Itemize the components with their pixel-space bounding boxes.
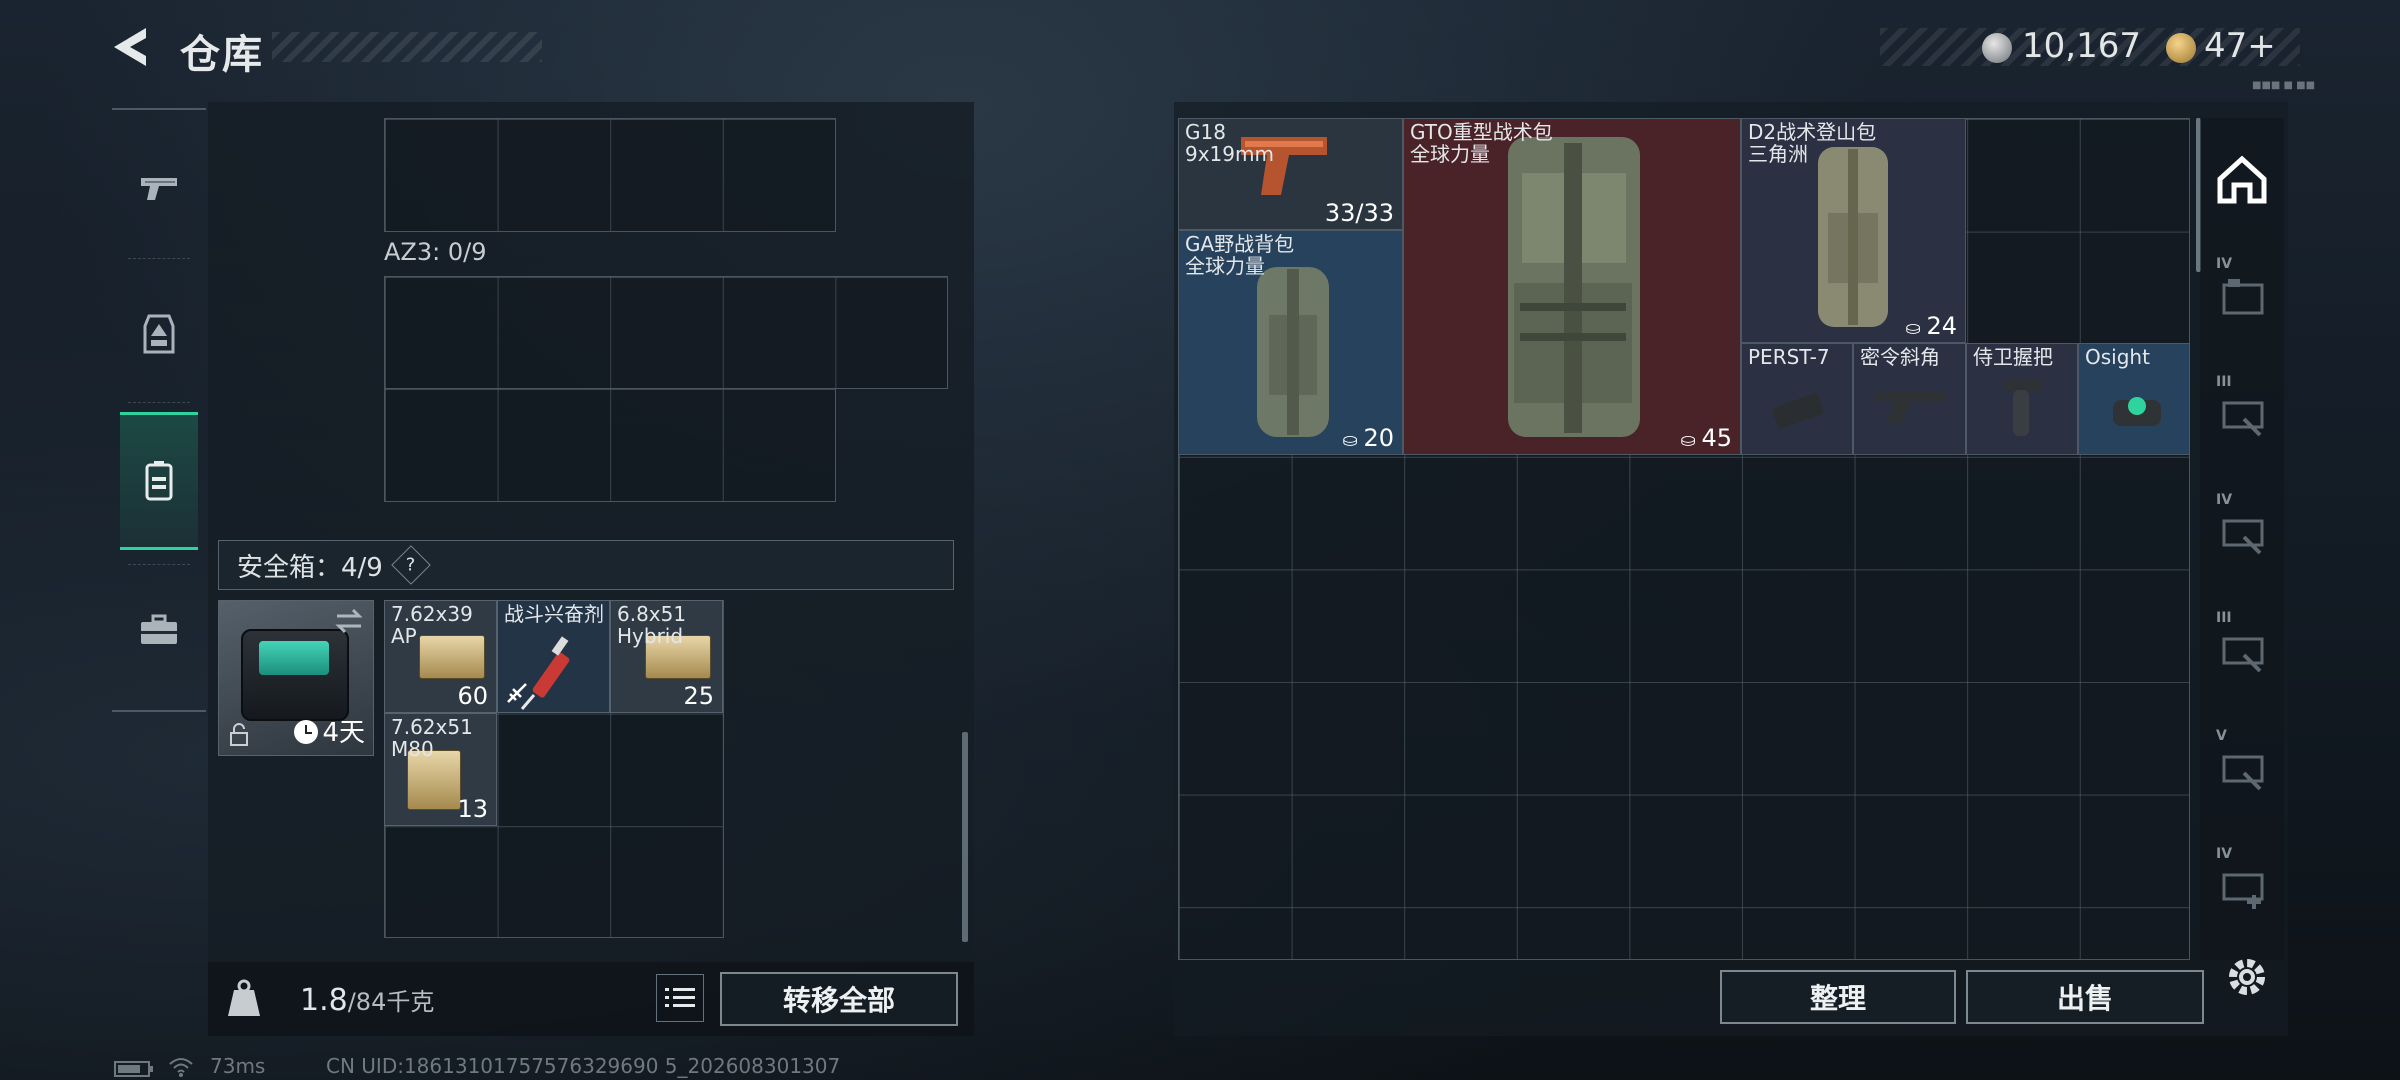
laser-module-image — [1772, 393, 1824, 429]
list-icon — [665, 988, 695, 1007]
title-decoration — [272, 32, 542, 62]
item-count: 60 — [457, 682, 488, 710]
grip-icon — [2222, 637, 2264, 673]
battery-icon — [114, 1061, 153, 1077]
house-icon — [2217, 155, 2267, 204]
item-name: Osight — [2085, 345, 2150, 369]
clock-icon — [294, 720, 319, 744]
sell-button[interactable]: 出售 — [1966, 970, 2204, 1024]
stash-tab-7[interactable]: IV — [2204, 832, 2280, 942]
stash-item-osight[interactable]: Osight — [2078, 343, 2190, 455]
item-count: 13 — [457, 795, 488, 823]
gold-coin-icon — [2166, 33, 2196, 63]
pistol-icon — [141, 178, 177, 200]
item-name: 6.8x51 Hybrid — [617, 602, 687, 648]
safe-item-combat-stim[interactable]: 战斗兴奋剂 — [497, 600, 610, 713]
az3-grid-row1[interactable] — [384, 276, 948, 389]
safebox-header: 安全箱：4/9 ? — [218, 540, 954, 590]
gold-currency-value[interactable]: 47+ — [2204, 26, 2276, 66]
stash-item-d2-pack[interactable]: D2战术登山包 三角洲 ⛀ 24 — [1741, 118, 1966, 343]
stash-tab-4[interactable]: IV — [2204, 478, 2280, 588]
backpack-image — [1818, 147, 1888, 327]
ping-text: 73ms — [210, 1054, 266, 1078]
item-name: PERST-7 — [1748, 345, 1830, 369]
rail-item-backpack[interactable] — [120, 412, 198, 550]
item-name: 侍卫握把 — [1973, 345, 2053, 369]
stash-tab-3[interactable]: III — [2204, 360, 2280, 470]
toolbox-icon — [141, 614, 177, 644]
settings-gear-icon[interactable] — [2222, 952, 2272, 1002]
backpack-image — [1257, 267, 1329, 437]
stash-item-gto-pack[interactable]: GTO重型战术包 全球力量 ⛀ 45 — [1403, 118, 1741, 455]
stash-tab-5[interactable]: III — [2204, 596, 2280, 706]
safe-item-ammo-68x51[interactable]: 6.8x51 Hybrid 25 — [610, 600, 723, 713]
sight-image — [2113, 397, 2161, 426]
rail-item-armor[interactable] — [120, 286, 198, 382]
help-button[interactable]: ? — [391, 545, 431, 585]
stash-tab-2[interactable]: IV — [2204, 242, 2280, 352]
rail-divider — [128, 564, 190, 565]
wifi-icon — [169, 1058, 193, 1077]
silver-currency-value: 10,167 — [2022, 26, 2141, 66]
armor-vest-icon — [143, 314, 175, 354]
list-view-button[interactable] — [656, 974, 704, 1022]
grip-icon — [2222, 401, 2264, 437]
item-name: GTO重型战术包 全球力量 — [1410, 120, 1553, 166]
lock-icon — [230, 723, 248, 746]
back-arrow-icon[interactable] — [106, 22, 156, 72]
rail-item-weapons[interactable] — [120, 140, 198, 236]
stash-item-ga-pack[interactable]: GA野战背包 全球力量 ⛀ 20 — [1178, 230, 1403, 455]
stash-item-g18[interactable]: G18 9x19mm 33/33 — [1178, 118, 1403, 230]
uid-text: CN UID:18613101757576329690 5_2026083013… — [326, 1054, 841, 1078]
inventory-scrollbar[interactable] — [962, 732, 968, 942]
item-count: ⛀ 45 — [1680, 424, 1732, 452]
item-count: ⛀ 24 — [1905, 312, 1957, 340]
stash-item-perst7[interactable]: PERST-7 — [1741, 343, 1853, 455]
stash-item-guard-grip[interactable]: 侍卫握把 — [1966, 343, 2078, 455]
az3-grid-row2[interactable] — [384, 388, 836, 502]
backpack-image — [1508, 137, 1640, 437]
item-name: D2战术登山包 三角洲 — [1748, 120, 1877, 166]
item-count: ⛀ 20 — [1342, 424, 1394, 452]
rail-divider — [128, 258, 190, 259]
az3-label: AZ3: 0/9 — [384, 238, 487, 266]
safe-case-timer: 4天 — [294, 712, 365, 749]
stash-item-angled-grip[interactable]: 密令斜角 — [1853, 343, 1966, 455]
transfer-all-button[interactable]: 转移全部 — [720, 972, 958, 1026]
item-count: 25 — [683, 682, 714, 710]
grip-icon — [2222, 755, 2264, 791]
version-tag: ■■■ ■ ■■ — [2252, 80, 2316, 91]
backpack-icon — [145, 461, 173, 501]
item-name: GA野战背包 全球力量 — [1185, 232, 1295, 278]
case-icon — [2222, 279, 2264, 315]
swap-icon[interactable] — [333, 607, 365, 635]
grip-image — [2003, 380, 2041, 436]
no-use-icon — [507, 683, 527, 703]
page-title: 仓库 — [180, 32, 264, 78]
medkit-icon — [2222, 873, 2264, 909]
item-name: 7.62x39 AP — [391, 602, 473, 648]
safe-case-slot[interactable]: 4天 — [218, 600, 374, 756]
silver-coin-icon — [1982, 33, 2012, 63]
item-count: 33/33 — [1324, 199, 1394, 227]
safe-case-stripe — [259, 641, 329, 675]
stash-tab-main[interactable] — [2204, 124, 2280, 234]
item-name: 7.62x51 M80 — [391, 715, 473, 761]
rail-item-toolbox[interactable] — [120, 582, 198, 678]
carry-weight: 1.8/84千克 — [300, 983, 435, 1018]
item-name: G18 9x19mm — [1185, 120, 1274, 166]
grip-image — [1876, 392, 1946, 424]
safebox-label: 安全箱：4/9 — [237, 552, 383, 583]
grip-icon — [2222, 519, 2264, 555]
safe-item-ammo-762x51[interactable]: 7.62x51 M80 13 — [384, 713, 497, 826]
rail-divider — [128, 402, 190, 403]
container-grid-upper[interactable] — [384, 118, 836, 232]
item-name: 战斗兴奋剂 — [504, 602, 604, 626]
safe-item-ammo-762x39[interactable]: 7.62x39 AP 60 — [384, 600, 497, 713]
item-name: 密令斜角 — [1860, 345, 1940, 369]
stash-tab-6[interactable]: V — [2204, 714, 2280, 824]
sort-button[interactable]: 整理 — [1720, 970, 1956, 1024]
weight-icon — [228, 979, 260, 1016]
